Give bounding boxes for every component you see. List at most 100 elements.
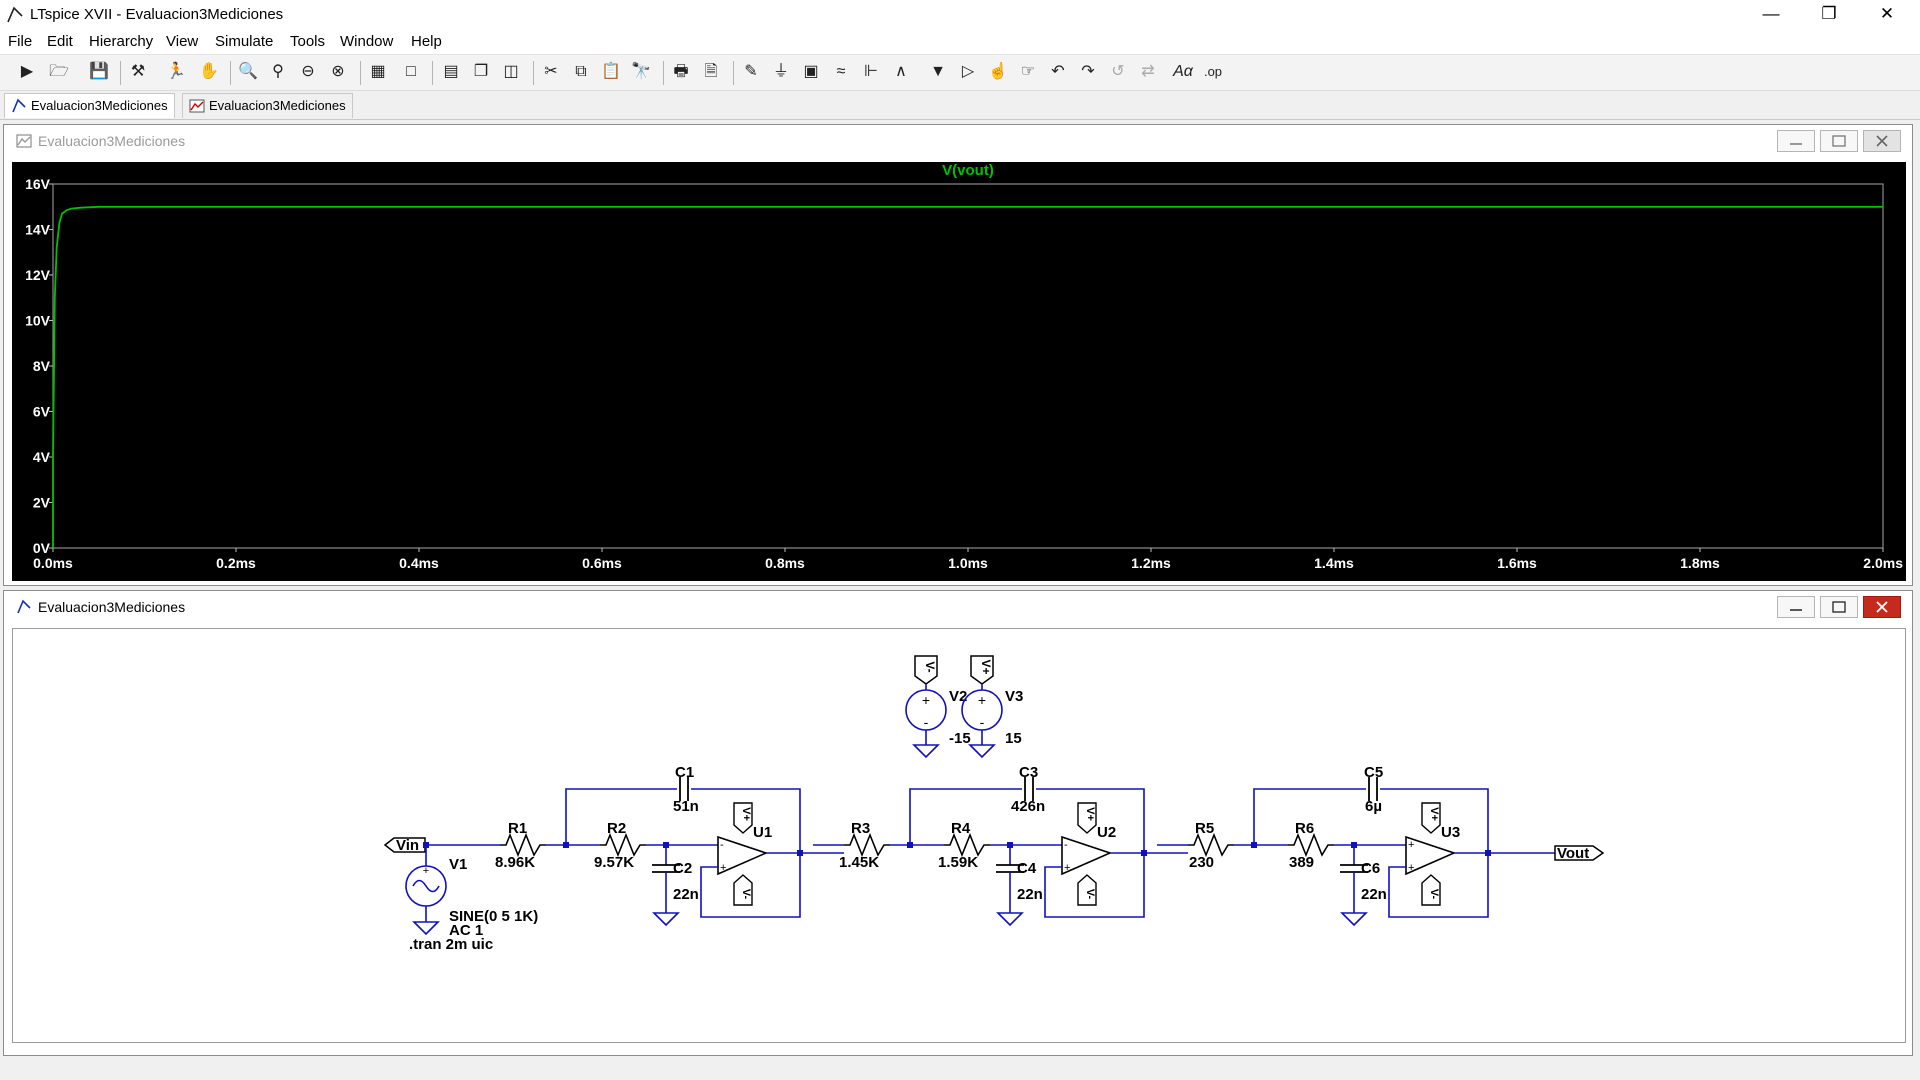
- svg-text:V-: V-: [740, 889, 752, 900]
- tab-label: Evaluacion3Mediciones: [209, 98, 346, 113]
- x-tick-label: 0.4ms: [399, 555, 439, 571]
- cut-icon[interactable]: ✂: [538, 59, 564, 85]
- schematic-canvas[interactable]: V- + - V2 -15 V+ + - V3 15 Vin + V1 SINE…: [12, 628, 1906, 1043]
- copy-icon[interactable]: ⧉: [568, 59, 594, 85]
- close-window-button[interactable]: ✕: [1858, 0, 1916, 30]
- spice-directive-icon[interactable]: .op: [1200, 59, 1226, 85]
- undo-icon[interactable]: ↶: [1045, 59, 1071, 85]
- trace-label: V(vout): [942, 162, 994, 179]
- r2-label: R2: [607, 820, 626, 837]
- close-pane-button[interactable]: [1863, 130, 1901, 152]
- v3-plus: +: [978, 692, 986, 708]
- pan-hand-icon[interactable]: ✋: [196, 59, 222, 85]
- open-folder-icon[interactable]: 🗁: [46, 59, 72, 85]
- minimize-pane-button[interactable]: [1777, 596, 1815, 618]
- menu-help[interactable]: Help: [411, 33, 442, 50]
- rotate-icon[interactable]: ↺: [1105, 59, 1131, 85]
- supply-v2[interactable]: V- + - V2 -15: [905, 655, 971, 758]
- minimize-pane-button[interactable]: [1777, 130, 1815, 152]
- cascade-icon[interactable]: ❐: [468, 59, 494, 85]
- save-icon[interactable]: 💾: [86, 59, 112, 85]
- text-icon[interactable]: Aα: [1170, 59, 1196, 85]
- capacitor-icon[interactable]: ⊩: [858, 59, 884, 85]
- opamp-u2[interactable]: - + V+ V-: [1061, 802, 1113, 906]
- supply-v3[interactable]: V+ + - V3 15: [961, 655, 1023, 758]
- v2-port-label: V-: [923, 661, 937, 672]
- schematic-window: Evaluacion3Mediciones V- + - V2 -15 V+ +…: [3, 590, 1913, 1056]
- autorange-icon[interactable]: ▦: [365, 59, 391, 85]
- menu-file[interactable]: File: [8, 33, 32, 50]
- svg-text:+: +: [720, 862, 726, 874]
- tile-vertical-icon[interactable]: ◫: [498, 59, 524, 85]
- menu-view[interactable]: View: [166, 33, 198, 50]
- r1-label: R1: [508, 820, 527, 837]
- source-v1[interactable]: +: [405, 865, 447, 935]
- draw-wire-pencil-icon[interactable]: ✎: [738, 59, 764, 85]
- tab-schematic[interactable]: Evaluacion3Mediciones: [4, 93, 175, 118]
- menu-simulate[interactable]: Simulate: [215, 33, 273, 50]
- v1-plus: +: [423, 865, 429, 877]
- label-net-icon[interactable]: ▣: [798, 59, 824, 85]
- opamp-u3[interactable]: + + V+ V-: [1405, 802, 1457, 906]
- redo-icon[interactable]: ↷: [1075, 59, 1101, 85]
- v2-label: V2: [949, 688, 967, 705]
- resistor-icon[interactable]: ≈: [828, 59, 854, 85]
- new-schematic-icon[interactable]: ▶: [14, 59, 40, 85]
- run-simulation-icon[interactable]: 🏃: [163, 59, 189, 85]
- v3-value: 15: [1005, 730, 1022, 747]
- x-tick-label: 1.0ms: [948, 555, 988, 571]
- paste-icon[interactable]: 📋: [598, 59, 624, 85]
- maximize-pane-button[interactable]: [1820, 596, 1858, 618]
- ground-icon[interactable]: ⏚: [768, 59, 794, 85]
- menu-window[interactable]: Window: [340, 33, 393, 50]
- control-panel-icon[interactable]: ⚒: [125, 59, 151, 85]
- move-hand-icon[interactable]: ☝: [985, 59, 1011, 85]
- plot-frame: [52, 183, 1884, 549]
- zoom-in-icon[interactable]: 🔍: [235, 59, 261, 85]
- menu-hierarchy[interactable]: Hierarchy: [89, 33, 153, 50]
- y-tick-label: 8V: [33, 358, 51, 374]
- waveform-plot[interactable]: V(vout) 0V 2V 4V 6V 8V 10V 12V 14V 16V 0.0ms 0.2ms…: [12, 162, 1906, 581]
- menu-bar: File Edit Hierarchy View Simulate Tools …: [0, 30, 1920, 55]
- window-title: LTspice XVII - Evaluacion3Mediciones: [30, 6, 284, 23]
- menu-tools[interactable]: Tools: [290, 33, 325, 50]
- r2-value: 9.57K: [594, 854, 634, 871]
- zoom-area-icon[interactable]: ⚲: [265, 59, 291, 85]
- x-tick-label: 0.6ms: [582, 555, 622, 571]
- tile-horizontal-icon[interactable]: ▤: [438, 59, 464, 85]
- opamp-u1[interactable]: - + V+ V-: [717, 802, 769, 906]
- component-icon[interactable]: ▷: [955, 59, 981, 85]
- y-tick-label: 10V: [25, 313, 51, 329]
- v2-minus: -: [924, 714, 929, 730]
- c4-value: 22n: [1017, 886, 1043, 903]
- minimize-window-button[interactable]: —: [1742, 0, 1800, 30]
- tran-directive[interactable]: .tran 2m uic: [409, 936, 493, 953]
- x-tick-label: 0.2ms: [216, 555, 256, 571]
- inductor-icon[interactable]: ∧: [888, 59, 914, 85]
- tab-waveform[interactable]: Evaluacion3Mediciones: [182, 93, 353, 118]
- zoom-fit-icon[interactable]: ⊗: [325, 59, 351, 85]
- y-tick-label: 12V: [25, 267, 51, 283]
- close-pane-button[interactable]: [1863, 596, 1901, 618]
- trace-vout[interactable]: [52, 205, 1883, 458]
- zoom-out-icon[interactable]: ⊖: [295, 59, 321, 85]
- menu-edit[interactable]: Edit: [47, 33, 73, 50]
- drag-hand-icon[interactable]: ☞: [1015, 59, 1041, 85]
- toolbar: ▶ 🗁 💾 ⚒ 🏃 ✋ 🔍 ⚲ ⊖ ⊗ ▦ □ ▤ ❐ ◫ ✂ ⧉ 📋 🔭 🖶 …: [0, 55, 1920, 91]
- print-preview-icon[interactable]: 🗎: [698, 59, 724, 85]
- find-binoculars-icon[interactable]: 🔭: [628, 59, 654, 85]
- maximize-pane-button[interactable]: [1820, 130, 1858, 152]
- c5-label: C5: [1364, 764, 1383, 781]
- c6-label: C6: [1361, 860, 1380, 877]
- x-tick-label: 0.0ms: [33, 555, 73, 571]
- y-tick-label: 16V: [25, 176, 51, 192]
- restore-window-button[interactable]: ❐: [1800, 0, 1858, 30]
- y-tick-label: 0V: [33, 540, 51, 556]
- cursor-icon[interactable]: □: [398, 59, 424, 85]
- y-tick-label: 4V: [33, 449, 51, 465]
- y-tick-label: 2V: [33, 495, 51, 511]
- x-tick-label: 1.4ms: [1314, 555, 1354, 571]
- print-icon[interactable]: 🖶: [668, 59, 694, 85]
- diode-icon[interactable]: ▼: [925, 59, 951, 85]
- mirror-icon[interactable]: ⇄: [1135, 59, 1161, 85]
